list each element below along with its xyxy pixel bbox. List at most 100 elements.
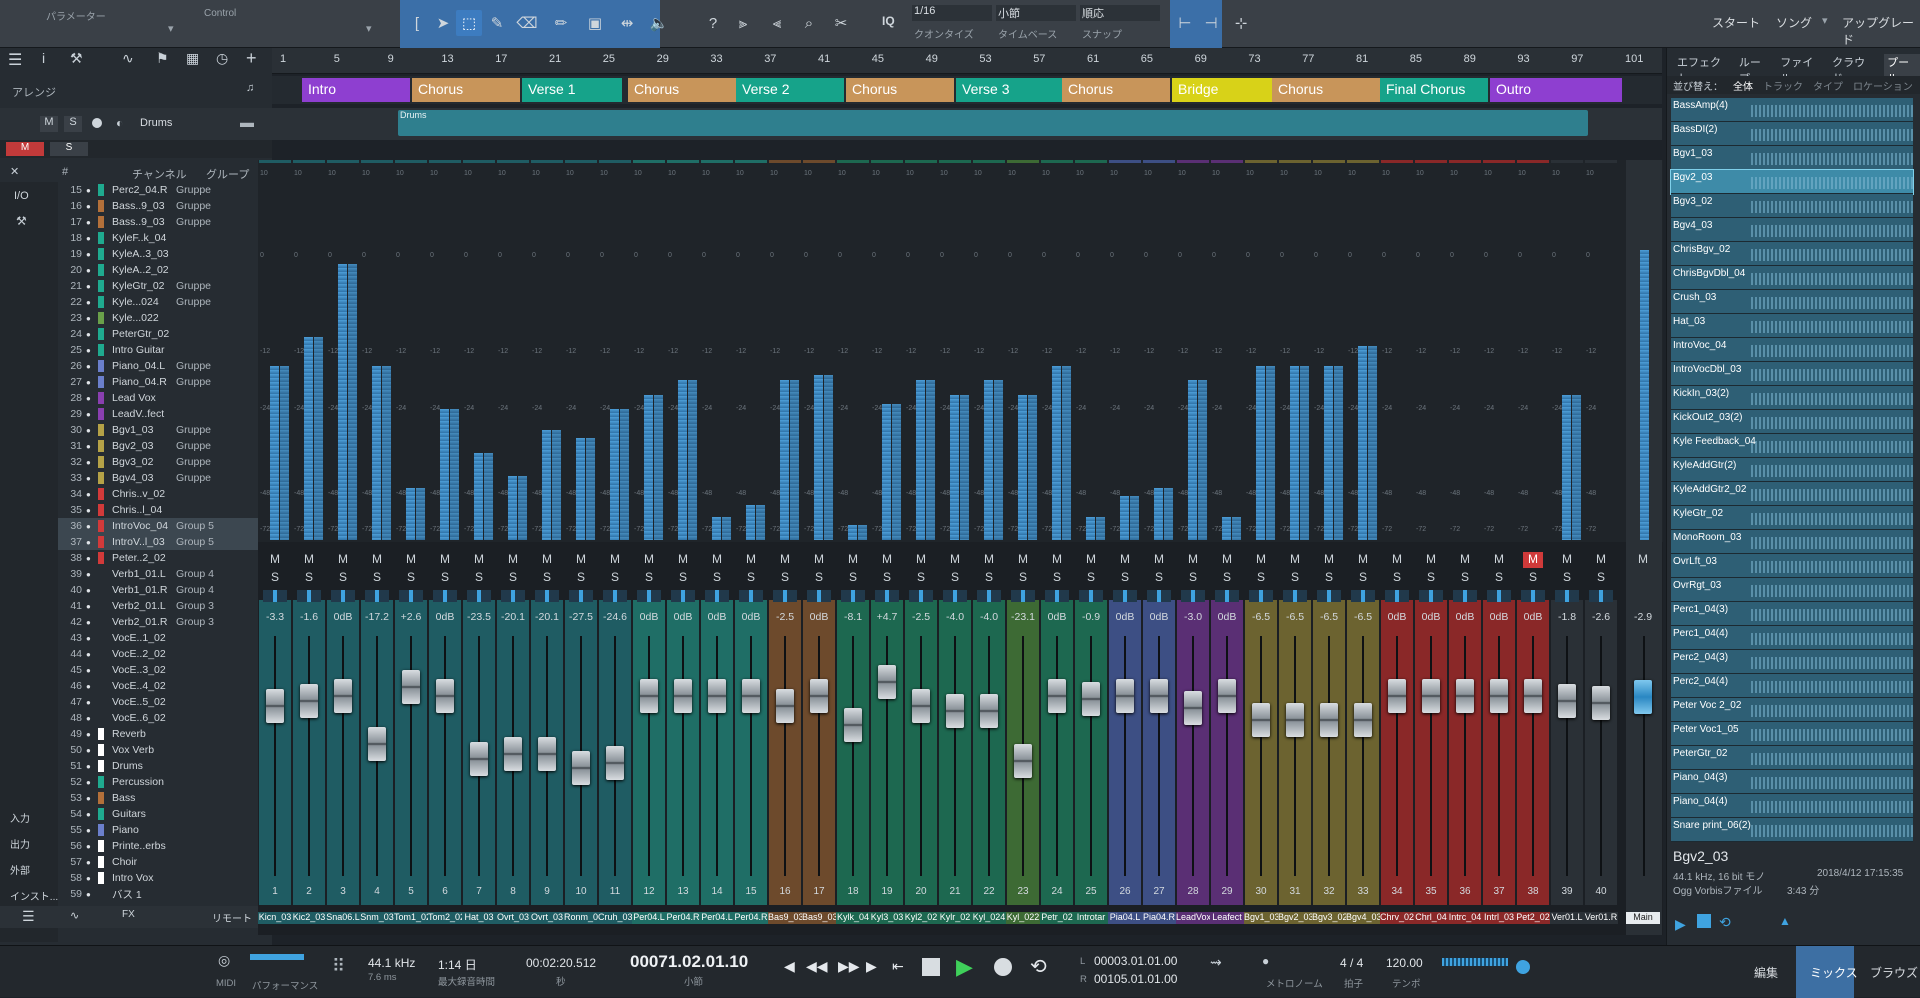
volume-fader[interactable] <box>266 689 284 723</box>
stretch-icon[interactable]: ⫷ <box>764 10 790 36</box>
channel-label[interactable]: Ovrt_03 <box>530 912 564 924</box>
track-name[interactable]: Drums <box>140 117 172 129</box>
channel-label[interactable]: Kyl_022 <box>1006 912 1040 924</box>
volume-readout[interactable]: -20.1 <box>530 611 564 623</box>
visible-icon[interactable]: ● <box>86 266 94 275</box>
remote-button[interactable]: リモート <box>212 910 252 925</box>
sort-all[interactable]: 全体 <box>1733 78 1753 93</box>
marker-8[interactable]: Bridge <box>1172 78 1280 102</box>
channel-row[interactable]: 20 ● KyleA..2_02 <box>58 262 268 278</box>
channel-color[interactable] <box>98 488 104 500</box>
volume-readout[interactable]: -2.5 <box>904 611 938 623</box>
channel-row[interactable]: 19 ● KyleA..3_03 <box>58 246 268 262</box>
mute-button[interactable]: M <box>503 552 523 568</box>
visible-icon[interactable]: ● <box>86 826 94 835</box>
volume-fader[interactable] <box>1524 679 1542 713</box>
visible-icon[interactable]: ● <box>86 746 94 755</box>
volume-readout[interactable]: -6.5 <box>1278 611 1312 623</box>
volume-readout[interactable]: -8.1 <box>836 611 870 623</box>
visible-icon[interactable]: ● <box>86 666 94 675</box>
quantize-select[interactable]: 1/16 <box>912 5 992 21</box>
solo-button[interactable]: S <box>979 570 999 586</box>
volume-fader[interactable] <box>980 694 998 728</box>
solo-button[interactable]: S <box>1591 570 1611 586</box>
record-icon[interactable] <box>994 958 1012 976</box>
mute-button[interactable]: M <box>1013 552 1033 568</box>
volume-fader[interactable] <box>1490 679 1508 713</box>
channel-color[interactable] <box>98 504 104 516</box>
solo-button[interactable]: S <box>1013 570 1033 586</box>
channel-label[interactable]: Bgv4_03 <box>1346 912 1380 924</box>
channel-color[interactable] <box>98 824 104 836</box>
mute-button[interactable]: M <box>707 552 727 568</box>
add-track-icon[interactable]: + <box>246 48 257 69</box>
marker-1[interactable]: Chorus <box>412 78 520 102</box>
monitor-icon[interactable]: ◐ <box>116 116 123 130</box>
marker-6[interactable]: Verse 3 <box>956 78 1064 102</box>
visible-icon[interactable]: ● <box>86 394 94 403</box>
channel-label[interactable]: Pia04.R <box>1142 912 1176 924</box>
channel-color[interactable] <box>98 872 104 884</box>
channel-row[interactable]: 27 ● Piano_04.R Gruppe <box>58 374 268 390</box>
pan-slider[interactable] <box>807 590 831 602</box>
channel-row[interactable]: 35 ● Chris..l_04 <box>58 502 268 518</box>
channel-label[interactable]: Kyl_024 <box>972 912 1006 924</box>
channel-label[interactable]: Hat_03 <box>462 912 496 924</box>
solo-button[interactable]: S <box>1081 570 1101 586</box>
channel-color[interactable] <box>98 264 104 276</box>
side-button[interactable]: 出力 <box>10 836 30 851</box>
side-button[interactable]: インスト... <box>10 888 58 903</box>
channel-row[interactable]: 44 ● VocE..2_02 <box>58 646 268 662</box>
volume-readout[interactable]: -27.5 <box>564 611 598 623</box>
channel-label[interactable]: Per04.L <box>700 912 734 924</box>
volume-fader[interactable] <box>504 737 522 771</box>
channel-label[interactable]: Bas9_03 <box>802 912 836 924</box>
mute-button[interactable]: M <box>1285 552 1305 568</box>
volume-fader[interactable] <box>912 689 930 723</box>
snap-grid-icon[interactable]: ⊹ <box>1228 10 1254 36</box>
loop-left[interactable]: 00003.01.01.00 <box>1094 954 1177 968</box>
solo-button[interactable]: S <box>537 570 557 586</box>
pan-slider[interactable] <box>1453 590 1477 602</box>
solo-button[interactable]: S <box>1523 570 1543 586</box>
mute-button[interactable]: M <box>1523 552 1543 568</box>
channel-label[interactable]: Bgv3_02 <box>1312 912 1346 924</box>
pan-slider[interactable] <box>1181 590 1205 602</box>
channel-color[interactable] <box>98 616 104 628</box>
solo-button[interactable]: S <box>843 570 863 586</box>
channel-row[interactable]: 21 ● KyleGtr_02 Gruppe <box>58 278 268 294</box>
channel-color[interactable] <box>98 776 104 788</box>
channel-row[interactable]: 32 ● Bgv3_02 Gruppe <box>58 454 268 470</box>
channel-label[interactable]: Pet2_02 <box>1516 912 1550 924</box>
channel-row[interactable]: 46 ● VocE..4_02 <box>58 678 268 694</box>
volume-fader[interactable] <box>1218 679 1236 713</box>
visible-icon[interactable]: ● <box>86 362 94 371</box>
master-toggle[interactable] <box>1516 960 1530 974</box>
channel-color[interactable] <box>98 600 104 612</box>
pool-item[interactable]: Perc2_04(4) <box>1671 674 1913 698</box>
volume-readout[interactable]: -4.0 <box>972 611 1006 623</box>
pool-item[interactable]: ChrisBgvDbl_04 <box>1671 266 1913 290</box>
channel-color[interactable] <box>98 296 104 308</box>
pool-item[interactable]: IntroVoc_04 <box>1671 338 1913 362</box>
solo-button[interactable]: S <box>367 570 387 586</box>
channel-color[interactable] <box>98 216 104 228</box>
speaker-tool-icon[interactable]: 🔈 <box>646 10 672 36</box>
channel-row[interactable]: 17 ● Bass..9_03 Gruppe <box>58 214 268 230</box>
song-button[interactable]: ソング <box>1776 14 1812 31</box>
visible-icon[interactable]: ● <box>86 458 94 467</box>
pan-slider[interactable] <box>943 590 967 602</box>
volume-fader[interactable] <box>1048 679 1066 713</box>
chevron-down-icon[interactable]: ▾ <box>168 22 174 35</box>
channel-color[interactable] <box>98 536 104 548</box>
visible-icon[interactable]: ● <box>86 330 94 339</box>
wave-icon[interactable]: ∿ <box>70 909 79 922</box>
solo-button[interactable]: S <box>265 570 285 586</box>
pan-slider[interactable] <box>841 590 865 602</box>
channel-row[interactable]: 45 ● VocE..3_02 <box>58 662 268 678</box>
channel-color[interactable] <box>98 568 104 580</box>
side-button[interactable]: 入力 <box>10 810 30 825</box>
volume-fader[interactable] <box>708 679 726 713</box>
pool-item[interactable]: Piano_04(3) <box>1671 770 1913 794</box>
volume-readout[interactable]: -1.6 <box>292 611 326 623</box>
